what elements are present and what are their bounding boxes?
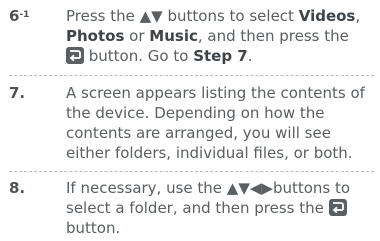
option-music: Music xyxy=(149,27,198,45)
step-number: 7. xyxy=(9,84,26,102)
manual-page: 6-1 Press the ▲▼ buttons to select Video… xyxy=(0,0,380,241)
step-text: Press the ▲▼ buttons to select Videos, P… xyxy=(66,7,361,65)
step-number: 8. xyxy=(9,179,26,197)
option-videos: Videos xyxy=(298,7,356,25)
option-photos: Photos xyxy=(66,27,125,45)
up-down-arrows-icon: ▲▼ xyxy=(139,7,163,25)
step-7-reference: Step 7 xyxy=(193,47,248,65)
step-number: 6-1 xyxy=(9,7,30,25)
divider xyxy=(9,171,374,172)
step-text: If necessary, use the ▲▼◀▶buttons to sel… xyxy=(66,179,351,237)
enter-button-icon xyxy=(328,199,347,216)
divider xyxy=(9,75,374,76)
direction-arrows-icon: ▲▼◀▶ xyxy=(226,179,273,197)
enter-button-icon xyxy=(66,47,84,64)
step-text: A screen appears listing the contents of… xyxy=(66,84,365,162)
